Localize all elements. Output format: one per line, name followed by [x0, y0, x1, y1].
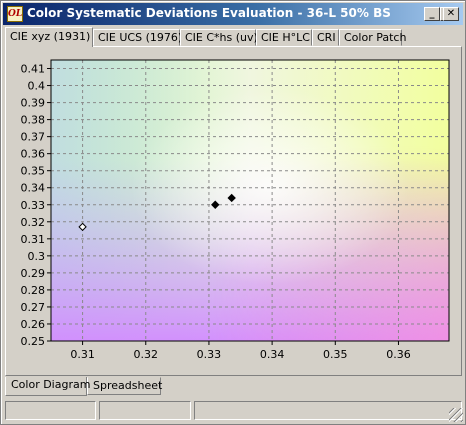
bottom-tab-strip: Color Diagram Spreadsheet — [5, 377, 461, 396]
close-button[interactable]: ✕ — [443, 7, 459, 21]
y-tick-label: 0.4 — [28, 80, 46, 93]
y-tick-label: 0.29 — [21, 267, 46, 280]
y-tick-label: 0.37 — [21, 131, 46, 144]
y-tick-label: 0.32 — [21, 216, 46, 229]
window-title: Color Systematic Deviations Evaluation -… — [27, 6, 391, 20]
color-diagram-panel: 0.31 0.32 0.33 0.34 0.35 0.36 0.25 0.26 0.27 0.28… — [5, 46, 462, 376]
x-tick-label: 0.35 — [323, 348, 348, 361]
tab-color-diagram[interactable]: Color Diagram — [5, 377, 90, 396]
y-tick-label: 0.35 — [21, 165, 46, 178]
y-tick-label: 0.31 — [21, 233, 46, 246]
status-panel-2 — [99, 401, 191, 420]
x-tick-label: 0.36 — [386, 348, 411, 361]
tab-spreadsheet[interactable]: Spreadsheet — [87, 377, 162, 395]
tab-cie-hlc[interactable]: CIE H°LC — [256, 29, 312, 46]
tab-cie-ucs-1976[interactable]: CIE UCS (1976) — [93, 29, 182, 46]
y-tick-label: 0.41 — [21, 63, 46, 76]
status-panel-1 — [5, 401, 96, 420]
tab-cie-chs-uv[interactable]: CIE C*hs (uv) — [180, 29, 258, 46]
y-tick-label: 0.39 — [21, 97, 46, 110]
tab-cie-xyz-1931[interactable]: CIE xyz (1931) — [5, 27, 93, 47]
y-tick-label: 0.34 — [21, 182, 46, 195]
chromaticity-chart[interactable]: 0.31 0.32 0.33 0.34 0.35 0.36 0.25 0.26 0.27 0.28… — [6, 47, 461, 375]
y-tick-label: 0.3 — [28, 250, 46, 263]
y-tick-label: 0.25 — [21, 335, 46, 348]
tab-color-patch[interactable]: Color Patch — [339, 29, 406, 46]
resize-grip[interactable] — [449, 408, 463, 422]
title-bar[interactable]: OL Color Systematic Deviations Evaluatio… — [3, 3, 463, 25]
app-window: OL Color Systematic Deviations Evaluatio… — [0, 0, 466, 425]
minimize-button[interactable]: _ — [424, 7, 440, 21]
status-panel-3 — [194, 401, 462, 420]
x-tick-label: 0.33 — [197, 348, 222, 361]
tab-cri[interactable]: CRI — [312, 29, 339, 46]
y-tick-label: 0.28 — [21, 284, 46, 297]
y-tick-label: 0.27 — [21, 301, 46, 314]
y-tick-label: 0.26 — [21, 318, 46, 331]
top-tab-strip: CIE xyz (1931) CIE UCS (1976) CIE C*hs (… — [5, 27, 461, 47]
status-bar — [3, 399, 463, 422]
x-tick-label: 0.31 — [70, 348, 95, 361]
y-tick-label: 0.33 — [21, 199, 46, 212]
x-tick-label: 0.34 — [260, 348, 285, 361]
y-tick-label: 0.36 — [21, 148, 46, 161]
app-logo-icon: OL — [7, 6, 23, 22]
y-tick-label: 0.38 — [21, 114, 46, 127]
x-tick-label: 0.32 — [134, 348, 159, 361]
